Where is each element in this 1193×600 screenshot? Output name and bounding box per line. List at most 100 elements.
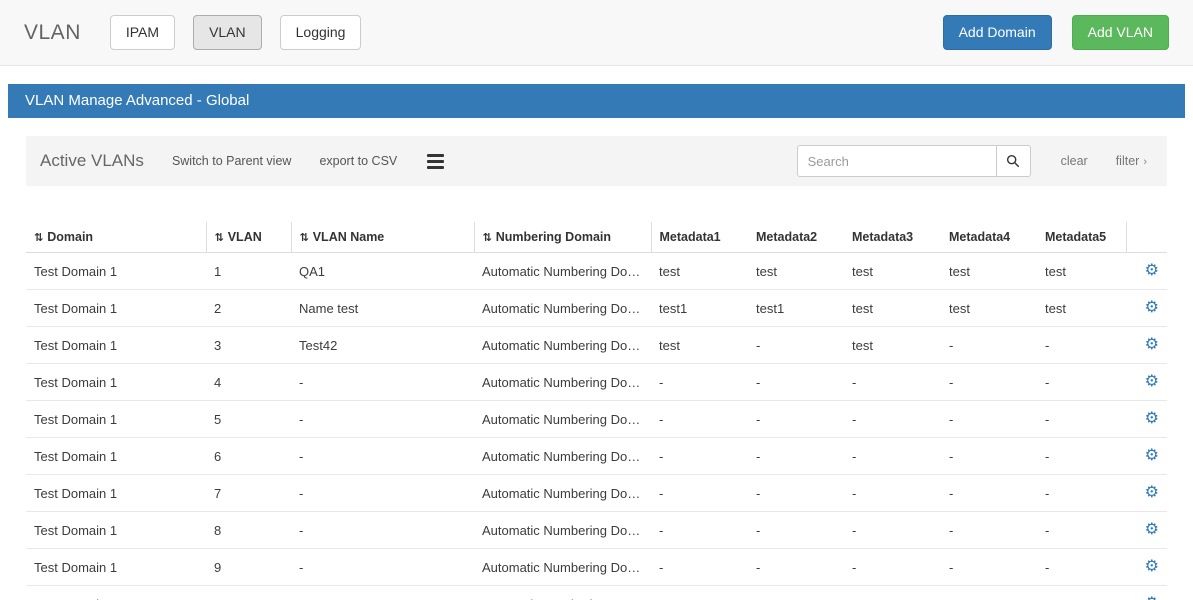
nav-vlan-button[interactable]: VLAN	[193, 15, 262, 49]
table-row: Test Domain 11QA1Automatic Numbering Dom…	[26, 253, 1167, 290]
table-cell: -	[1037, 327, 1126, 364]
gear-icon[interactable]: ⚙	[1145, 373, 1159, 390]
table-cell: -	[748, 549, 844, 586]
column-header-metadata5: Metadata5	[1037, 222, 1126, 253]
search-group	[797, 145, 1031, 177]
row-actions-cell: ⚙	[1126, 401, 1167, 438]
add-vlan-button[interactable]: Add VLAN	[1072, 15, 1169, 49]
column-header-metadata2: Metadata2	[748, 222, 844, 253]
sort-icon: ⇅	[483, 232, 492, 244]
table-cell: -	[1037, 549, 1126, 586]
table-cell: Test Domain 1	[26, 586, 206, 600]
table-cell: test	[748, 253, 844, 290]
gear-icon[interactable]: ⚙	[1145, 447, 1159, 464]
table-row: Test Domain 15-Automatic Numbering Doma……	[26, 401, 1167, 438]
column-header-domain[interactable]: ⇅Domain	[26, 222, 206, 253]
table-cell: test	[941, 253, 1037, 290]
table-cell: Name test	[291, 290, 474, 327]
table-cell: -	[844, 438, 941, 475]
gear-icon[interactable]: ⚙	[1145, 595, 1159, 600]
search-input[interactable]	[797, 145, 997, 177]
table-cell: Automatic Numbering Doma…	[474, 438, 651, 475]
table-cell: 2	[206, 290, 291, 327]
add-domain-button[interactable]: Add Domain	[943, 15, 1052, 49]
table-cell: 8	[206, 512, 291, 549]
table-cell: Test Domain 1	[26, 290, 206, 327]
gear-icon[interactable]: ⚙	[1145, 262, 1159, 279]
filter-link[interactable]: filter›	[1116, 154, 1147, 168]
row-actions-cell: ⚙	[1126, 327, 1167, 364]
table-cell: -	[748, 438, 844, 475]
gear-icon[interactable]: ⚙	[1145, 558, 1159, 575]
column-header-metadata1: Metadata1	[651, 222, 748, 253]
table-cell: -	[651, 438, 748, 475]
table-cell: Test Domain 1	[26, 364, 206, 401]
row-actions-cell: ⚙	[1126, 290, 1167, 327]
table-cell: -	[651, 512, 748, 549]
table-cell: -	[1037, 475, 1126, 512]
menu-hamburger-icon[interactable]	[425, 151, 446, 172]
table-cell: 4	[206, 364, 291, 401]
clear-link[interactable]: clear	[1061, 154, 1088, 168]
table-cell: -	[941, 475, 1037, 512]
table-cell: Test Domain 1	[26, 253, 206, 290]
sort-icon: ⇅	[300, 232, 309, 244]
table-cell: Automatic Numbering Doma…	[474, 253, 651, 290]
gear-icon[interactable]: ⚙	[1145, 484, 1159, 501]
table-row: Test Domain 13Test42Automatic Numbering …	[26, 327, 1167, 364]
top-navbar: VLAN IPAM VLAN Logging Add Domain Add VL…	[0, 0, 1193, 66]
table-cell: test	[651, 253, 748, 290]
search-button[interactable]	[997, 145, 1031, 177]
table-cell: -	[941, 364, 1037, 401]
table-cell: -	[291, 512, 474, 549]
table-cell: test	[1037, 253, 1126, 290]
hamburger-bar	[427, 154, 444, 157]
table-cell: -	[844, 512, 941, 549]
table-cell: -	[844, 401, 941, 438]
column-header-vlan[interactable]: ⇅VLAN	[206, 222, 291, 253]
column-header-vlan-name[interactable]: ⇅VLAN Name	[291, 222, 474, 253]
table-cell: Automatic Numbering Doma…	[474, 327, 651, 364]
gear-icon[interactable]: ⚙	[1145, 299, 1159, 316]
table-cell: -	[651, 364, 748, 401]
table-cell: -	[941, 512, 1037, 549]
gear-icon[interactable]: ⚙	[1145, 410, 1159, 427]
table-cell: 5	[206, 401, 291, 438]
table-cell: Test Domain 1	[26, 327, 206, 364]
column-header-metadata4: Metadata4	[941, 222, 1037, 253]
row-actions-cell: ⚙	[1126, 475, 1167, 512]
table-cell: -	[941, 327, 1037, 364]
table-row: Test Domain 19-Automatic Numbering Doma……	[26, 549, 1167, 586]
nav-logging-button[interactable]: Logging	[280, 15, 362, 49]
table-cell: -	[844, 475, 941, 512]
gear-icon[interactable]: ⚙	[1145, 521, 1159, 538]
gear-icon[interactable]: ⚙	[1145, 336, 1159, 353]
table-cell: -	[651, 586, 748, 600]
table-cell: -	[1037, 438, 1126, 475]
table-cell: Automatic Numbering Doma…	[474, 475, 651, 512]
nav-ipam-button[interactable]: IPAM	[110, 15, 175, 49]
table-cell: 6	[206, 438, 291, 475]
table-cell: Automatic Numbering Doma…	[474, 549, 651, 586]
row-actions-cell: ⚙	[1126, 438, 1167, 475]
table-row: Test Domain 14-Automatic Numbering Doma……	[26, 364, 1167, 401]
table-cell: -	[291, 438, 474, 475]
switch-parent-view-link[interactable]: Switch to Parent view	[172, 154, 292, 168]
hamburger-bar	[427, 160, 444, 163]
sort-icon: ⇅	[215, 232, 224, 244]
panel-body: Active VLANs Switch to Parent view expor…	[8, 118, 1185, 600]
table-row: Test Domain 16-Automatic Numbering Doma……	[26, 438, 1167, 475]
table-cell: -	[1037, 364, 1126, 401]
filter-label: filter	[1116, 154, 1140, 168]
table-cell: -	[291, 586, 474, 600]
chevron-right-icon: ›	[1143, 156, 1147, 168]
table-row: Test Domain 18-Automatic Numbering Doma……	[26, 512, 1167, 549]
column-header-numbering-domain[interactable]: ⇅Numbering Domain	[474, 222, 651, 253]
table-cell: test	[844, 253, 941, 290]
table-cell: test1	[651, 290, 748, 327]
table-cell: Automatic Numbering Doma…	[474, 512, 651, 549]
table-cell: -	[748, 327, 844, 364]
table-cell: -	[748, 364, 844, 401]
hamburger-bar	[427, 166, 444, 169]
export-csv-link[interactable]: export to CSV	[319, 154, 397, 168]
